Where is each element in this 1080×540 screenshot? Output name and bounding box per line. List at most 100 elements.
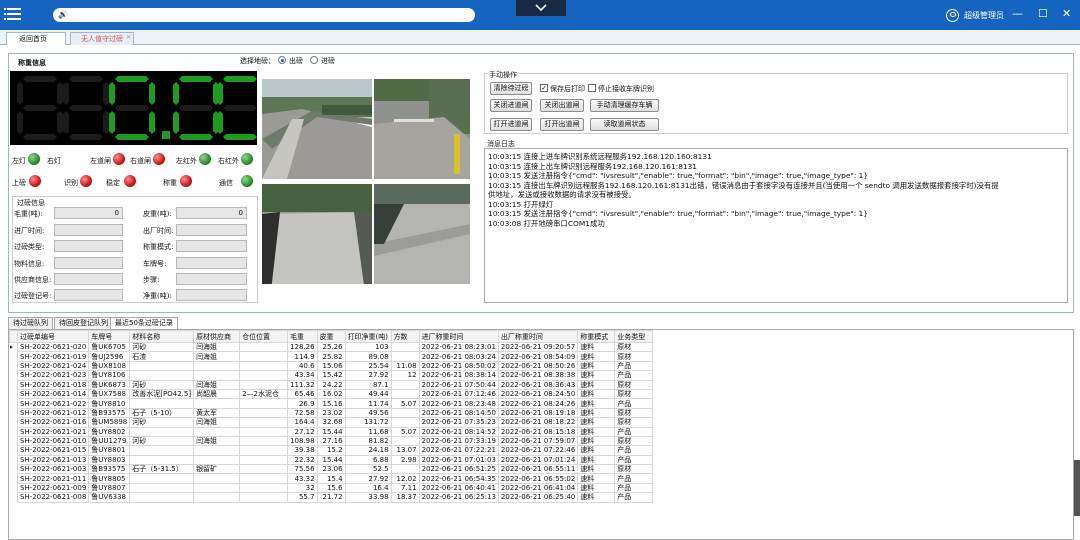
close-in-gate-button[interactable]: 关闭进道闸 xyxy=(490,99,532,112)
stop-plate-recognition-checkbox[interactable] xyxy=(588,84,596,92)
table-cell: 原材 xyxy=(614,341,654,353)
table-cell xyxy=(390,407,420,419)
digit-segment xyxy=(223,134,257,140)
clear-pending-button[interactable]: 清除待过磅 xyxy=(490,82,532,95)
table-row[interactable]: SH-2022-0621-018 鲁UK6873 河砂 闫海姐 111.32 24.22 8… xyxy=(10,379,654,390)
minimize-icon[interactable]: — xyxy=(1012,7,1023,21)
user-menu[interactable]: 超级管理员 xyxy=(946,8,1004,22)
table-row[interactable]: SH-2022-0621-016 鲁UM5898 河砂 闫海姐 164.4 32.68 13… xyxy=(10,417,654,428)
digit-segment xyxy=(103,82,109,105)
table-cell xyxy=(239,370,289,381)
column-header[interactable]: 仓位位置 xyxy=(239,330,289,343)
digit-segment xyxy=(23,76,57,82)
table-row[interactable]: SH-2022-0621-023 鲁UY8106 43.34 15.42 27.92 12… xyxy=(10,370,654,381)
log-line: 10:03:15 连接出车牌识别远程服务192.168.120.161:8131… xyxy=(488,180,999,190)
table-row[interactable]: SH-2022-0621-019 鲁UJ2596 石渣 闫海姐 114.9 25.82 89… xyxy=(10,351,654,362)
table-cell: 银留矿 xyxy=(193,464,241,475)
menu-icon[interactable] xyxy=(4,4,24,24)
field-value[interactable] xyxy=(54,240,123,252)
tab-tare-label: 待回皮登记队列 xyxy=(59,319,108,327)
field-value[interactable] xyxy=(54,273,123,285)
digit-segment xyxy=(115,134,149,140)
table-cell: 速料 xyxy=(577,454,616,466)
message-log[interactable]: 10:03:15 连接上进车牌识别系统远程服务192.168.120.160:8… xyxy=(484,148,1068,303)
field-value[interactable] xyxy=(54,289,123,301)
row-indicator xyxy=(10,389,18,398)
field-value[interactable] xyxy=(54,257,123,269)
column-header[interactable]: 进厂称重时间 xyxy=(418,330,499,343)
column-header[interactable]: 材料名称 xyxy=(129,330,195,343)
column-header[interactable]: 皮重 xyxy=(316,330,346,343)
tab-tare-queue[interactable]: 待回皮登记队列 xyxy=(54,317,113,329)
field-value[interactable]: 0 xyxy=(54,207,123,219)
column-header[interactable]: 车牌号 xyxy=(88,330,131,343)
radio-out-scale[interactable] xyxy=(278,56,286,64)
tab-pending-label: 待过磅队列 xyxy=(13,319,48,327)
table-row[interactable]: ▸ SH-2022-0621-020 鲁UK6705 河砂 闫海姐 128.26 25.26… xyxy=(10,341,654,353)
column-header[interactable]: 过磅单编号 xyxy=(16,330,90,343)
table-cell: 闫海姐 xyxy=(193,341,241,353)
table-cell: 49.44 xyxy=(344,388,392,400)
tab-pending-queue[interactable]: 待过磅队列 xyxy=(8,317,53,329)
table-row[interactable]: SH-2022-0621-022 鲁UY8810 26.9 15.16 11.74 5.0… xyxy=(10,398,654,409)
scrollbar[interactable] xyxy=(1074,460,1080,516)
field-value[interactable] xyxy=(176,240,247,252)
user-name: 超级管理员 xyxy=(964,10,1004,20)
table-cell xyxy=(129,445,195,456)
maximize-icon[interactable]: ☐ xyxy=(1038,7,1048,21)
field-label: 供应商信息: xyxy=(14,276,52,284)
table-row[interactable]: SH-2022-0621-011 鲁UY8805 43.32 15.4 27.92 12.… xyxy=(10,473,654,484)
collapse-toggle[interactable] xyxy=(516,0,566,16)
field-value[interactable] xyxy=(176,273,247,285)
table-row[interactable]: SH-2022-0621-009 鲁UY8807 32 15.6 16.4 7.11 202… xyxy=(10,482,654,494)
table-cell: 11.68 xyxy=(344,426,392,437)
field-label: 称重模式: xyxy=(143,243,174,251)
table-row[interactable]: SH-2022-0621-008 鲁UV6338 55.7 21.72 33.98 18.… xyxy=(10,492,654,503)
table-cell: 5.07 xyxy=(390,398,420,409)
table-row[interactable]: SH-2022-0621-024 鲁UX8108 40.6 15.06 25.54 11.… xyxy=(10,360,654,372)
field-value[interactable] xyxy=(54,224,123,236)
table-row[interactable]: SH-2022-0621-015 鲁UY8801 39.38 15.2 24.18 13.… xyxy=(10,445,654,456)
column-header[interactable]: 原材供应商 xyxy=(193,330,241,343)
field-value[interactable]: 0 xyxy=(176,207,247,219)
column-header[interactable]: 毛重 xyxy=(287,330,318,343)
column-header[interactable]: 出厂称重时间 xyxy=(497,330,579,343)
field-value[interactable] xyxy=(176,289,247,301)
field-value[interactable] xyxy=(176,257,247,269)
table-cell: 24.18 xyxy=(344,445,392,456)
table-row[interactable]: SH-2022-0621-010 鲁UU1279 河砂 闫海姐 108.98 27.16 8… xyxy=(10,435,654,447)
close-icon[interactable]: ✕ xyxy=(126,32,131,44)
close-out-gate-button[interactable]: 关闭出道闸 xyxy=(540,99,584,112)
column-header[interactable]: 打印净重(吨) xyxy=(344,330,392,343)
table-cell: SH-2022-0621-009 xyxy=(16,482,90,494)
open-in-gate-button[interactable]: 打开进道闸 xyxy=(490,118,532,131)
broadcast-bar[interactable]: 🔊 xyxy=(53,8,475,22)
table-row[interactable]: SH-2022-0621-014 鲁UX7588 改善水泥[PO42.5] 尚韶晨 2—… xyxy=(10,388,654,400)
tab-unattended-weighing[interactable]: 无人值守过磅 ✕ xyxy=(70,32,134,45)
table-cell: 原材 xyxy=(614,464,654,475)
table-row[interactable]: SH-2022-0621-013 鲁UY8803 22.32 15.44 6.88 2.9… xyxy=(10,454,654,466)
open-out-gate-button[interactable]: 打开出道闸 xyxy=(540,118,584,131)
radio-in-scale[interactable] xyxy=(310,56,318,64)
row-indicator xyxy=(10,493,18,502)
table-body: ▸ SH-2022-0621-020 鲁UK6705 河砂 闫海姐 128.26 25.26… xyxy=(10,341,654,503)
tab-home[interactable]: 返回首页 xyxy=(6,32,66,45)
column-header[interactable]: 方数 xyxy=(390,330,420,343)
read-gate-status-button[interactable]: 读取道闸状态 xyxy=(590,118,659,131)
table-row[interactable]: SH-2022-0621-021 鲁UY8802 27.12 15.44 11.68 5.… xyxy=(10,426,654,437)
digit-segment xyxy=(179,76,213,82)
digit-segment xyxy=(57,111,63,134)
field-value[interactable] xyxy=(176,224,247,236)
close-icon[interactable]: ✕ xyxy=(1062,7,1071,21)
clear-cache-vehicle-button[interactable]: 手动清理缓存车辆 xyxy=(590,99,659,112)
column-header[interactable]: 称重模式 xyxy=(577,330,616,343)
table-cell xyxy=(129,398,195,409)
table-cell: 2022-06-21 08:03:24 xyxy=(418,351,499,362)
table-cell: 闫海姐 xyxy=(193,351,241,362)
column-header[interactable]: 业务类型 xyxy=(614,330,654,343)
table-cell: 27.92 xyxy=(344,473,392,484)
table-row[interactable]: SH-2022-0621-003 鲁B93575 石子（5-31.5） 银留矿 75.5… xyxy=(10,464,654,475)
table-cell xyxy=(239,445,289,456)
print-after-save-checkbox[interactable]: ✓ xyxy=(540,84,548,92)
table-row[interactable]: SH-2022-0621-012 鲁B93575 石子（5-10） 黄太军 72.58 2… xyxy=(10,407,654,419)
